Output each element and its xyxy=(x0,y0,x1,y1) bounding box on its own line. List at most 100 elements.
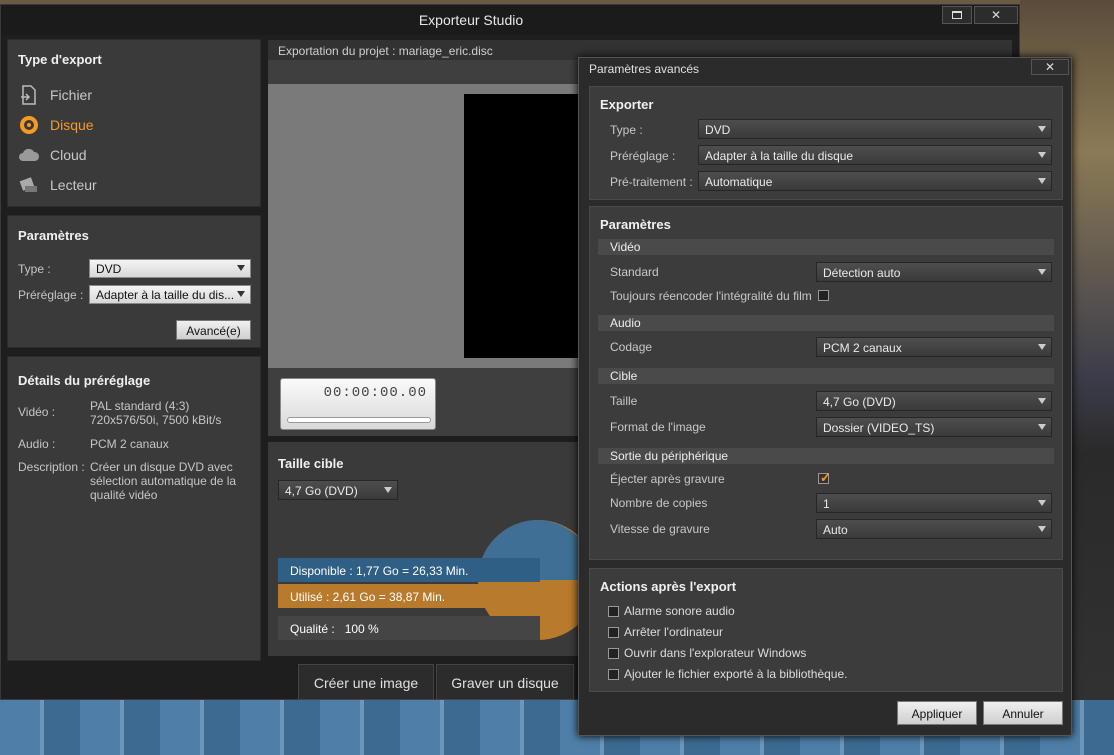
preset-select[interactable]: Adapter à la taille du dis... xyxy=(89,285,251,304)
image-format-select[interactable]: Dossier (VIDEO_TS) xyxy=(816,417,1052,437)
chevron-down-icon xyxy=(1038,526,1046,532)
settings-section: Paramètres Vidéo Standard Détection auto… xyxy=(589,206,1063,560)
audio-label: Audio : xyxy=(18,437,56,451)
chevron-down-icon xyxy=(1038,269,1046,275)
params-title: Paramètres xyxy=(18,228,89,243)
chevron-down-icon xyxy=(384,487,392,493)
burn-disc-button[interactable]: Graver un disque xyxy=(436,664,574,700)
copies-label: Nombre de copies xyxy=(610,496,708,510)
adv-preset-select[interactable]: Adapter à la taille du disque xyxy=(698,145,1052,165)
chevron-down-icon xyxy=(1038,398,1046,404)
adv-preproc-value: Automatique xyxy=(705,175,773,189)
target-size-title: Taille cible xyxy=(278,456,344,471)
add-library-label: Ajouter le fichier exporté à la biblioth… xyxy=(624,667,848,681)
quality-label: Qualité : 100 % xyxy=(290,622,379,636)
bottom-bar: Créer une image Graver un disque xyxy=(298,664,588,700)
codec-select[interactable]: PCM 2 canaux xyxy=(816,337,1052,357)
adv-preset-value: Adapter à la taille du disque xyxy=(705,149,854,163)
eject-checkbox[interactable]: ✓ xyxy=(818,470,831,485)
advanced-button[interactable]: Avancé(e) xyxy=(176,320,251,340)
type-label: Type : xyxy=(18,262,51,276)
shutdown-checkbox[interactable] xyxy=(608,627,619,638)
adv-preproc-select[interactable]: Automatique xyxy=(698,171,1052,191)
adv-type-value: DVD xyxy=(705,123,731,137)
target-size-select[interactable]: 4,7 Go (DVD) xyxy=(278,480,398,500)
reencode-checkbox[interactable] xyxy=(818,290,829,301)
standard-value: Détection auto xyxy=(823,266,901,280)
adv-preproc-label: Pré-traitement : xyxy=(610,175,693,189)
codec-label: Codage xyxy=(610,340,653,354)
export-type-cloud[interactable]: Cloud xyxy=(18,143,87,167)
standard-select[interactable]: Détection auto xyxy=(816,262,1052,282)
open-explorer-label: Ouvrir dans l'explorateur Windows xyxy=(624,646,807,660)
export-type-disc-label: Disque xyxy=(50,117,94,133)
shutdown-label: Arrêter l'ordinateur xyxy=(624,625,723,639)
audio-subheading: Audio xyxy=(598,315,1054,331)
export-section: Exporter Type : DVD Préréglage : Adapter… xyxy=(589,86,1063,200)
export-type-device-label: Lecteur xyxy=(50,177,97,193)
project-label: Exportation du projet : mariage_eric.dis… xyxy=(278,44,493,58)
available-label: Disponible : 1,77 Go = 26,33 Min. xyxy=(290,564,469,578)
restore-button[interactable] xyxy=(942,6,972,24)
used-bar: Utilisé : 2,61 Go = 38,87 Min. xyxy=(278,584,540,608)
post-export-actions-section: Actions après l'export Alarme sonore aud… xyxy=(589,568,1063,692)
close-button[interactable]: ✕ xyxy=(974,6,1018,24)
timecode: 00:00:00.00 xyxy=(323,385,427,401)
available-bar: Disponible : 1,77 Go = 26,33 Min. xyxy=(278,558,540,582)
alarm-checkbox[interactable] xyxy=(608,606,619,617)
preset-label: Préréglage : xyxy=(18,288,84,302)
cloud-icon xyxy=(18,144,40,166)
size-select[interactable]: 4,7 Go (DVD) xyxy=(816,391,1052,411)
export-type-title: Type d'export xyxy=(18,52,102,67)
disc-icon xyxy=(18,114,40,136)
restore-icon xyxy=(952,11,962,19)
chevron-down-icon xyxy=(1038,152,1046,158)
export-type-file[interactable]: Fichier xyxy=(18,83,92,107)
burn-speed-select[interactable]: Auto xyxy=(816,519,1052,539)
description-label: Description : xyxy=(18,460,85,474)
size-value: 4,7 Go (DVD) xyxy=(823,395,896,409)
export-type-disc[interactable]: Disque xyxy=(18,113,94,137)
file-icon xyxy=(18,84,40,106)
advanced-dialog-title: Paramètres avancés xyxy=(589,62,700,76)
type-select[interactable]: DVD xyxy=(89,259,251,278)
scrubber[interactable] xyxy=(287,417,431,423)
audio-value: PCM 2 canaux xyxy=(90,437,169,451)
chevron-down-icon xyxy=(1038,178,1046,184)
chevron-down-icon xyxy=(237,265,245,271)
open-explorer-checkbox[interactable] xyxy=(608,648,619,659)
copies-select[interactable]: 1 xyxy=(816,493,1052,513)
add-library-checkbox[interactable] xyxy=(608,669,619,680)
apply-button[interactable]: Appliquer xyxy=(897,701,977,725)
video-label: Vidéo : xyxy=(18,405,56,419)
alarm-label: Alarme sonore audio xyxy=(624,604,735,618)
adv-type-label: Type : xyxy=(610,123,643,137)
actions-title: Actions après l'export xyxy=(600,579,737,594)
type-select-value: DVD xyxy=(96,262,122,276)
export-type-cloud-label: Cloud xyxy=(50,147,87,163)
params-panel: Paramètres Type : DVD Préréglage : Adapt… xyxy=(7,215,261,348)
target-subheading: Cible xyxy=(598,368,1054,384)
preset-details-panel: Détails du préréglage Vidéo : PAL standa… xyxy=(7,356,261,661)
image-format-value: Dossier (VIDEO_TS) xyxy=(823,421,935,435)
cancel-button[interactable]: Annuler xyxy=(983,701,1063,725)
advanced-close-button[interactable]: ✕ xyxy=(1031,59,1069,75)
eject-label: Éjecter après gravure xyxy=(610,472,725,486)
export-section-title: Exporter xyxy=(600,97,654,112)
adv-type-select[interactable]: DVD xyxy=(698,119,1052,139)
export-type-panel: Type d'export Fichier Disque Cloud Lecte… xyxy=(7,39,261,207)
preset-details-title: Détails du préréglage xyxy=(18,373,151,388)
standard-label: Standard xyxy=(610,265,659,279)
device-output-subheading: Sortie du périphérique xyxy=(598,448,1054,464)
target-size-value: 4,7 Go (DVD) xyxy=(285,484,358,498)
video-subheading: Vidéo xyxy=(598,239,1054,255)
burn-speed-value: Auto xyxy=(823,523,848,537)
export-type-device[interactable]: Lecteur xyxy=(18,173,97,197)
create-image-button[interactable]: Créer une image xyxy=(298,664,434,700)
reencode-label: Toujours réencoder l'intégralité du film xyxy=(610,289,812,303)
device-icon xyxy=(18,174,40,196)
size-label: Taille xyxy=(610,394,638,408)
used-label: Utilisé : 2,61 Go = 38,87 Min. xyxy=(290,590,446,604)
codec-value: PCM 2 canaux xyxy=(823,341,902,355)
adv-preset-label: Préréglage : xyxy=(610,149,676,163)
